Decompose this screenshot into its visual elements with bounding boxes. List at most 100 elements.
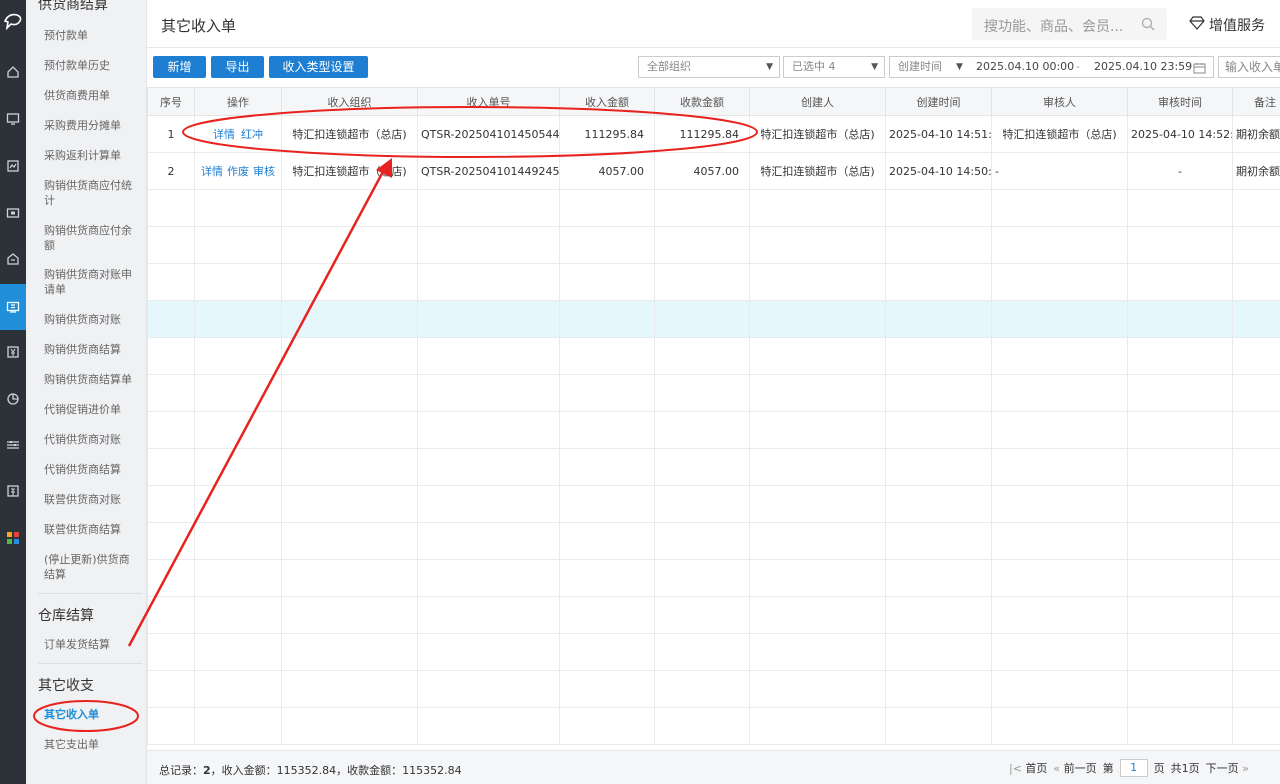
total-count: 2	[203, 764, 211, 777]
empty-row	[147, 633, 1280, 671]
sliders-icon[interactable]	[4, 436, 22, 454]
total-label: 总记录：	[159, 764, 203, 777]
empty-row	[147, 522, 1280, 560]
chart-icon[interactable]	[4, 157, 22, 175]
monitor-icon[interactable]	[4, 110, 22, 128]
column-header-income-amount[interactable]: 收入金额	[559, 87, 655, 116]
cell-audited-time: -	[1127, 152, 1233, 190]
logo-icon[interactable]	[0, 6, 26, 36]
table-row[interactable]: 2 详情 作废 审核 特汇扣连锁超市（总店) QTSR-20250410144924…	[147, 152, 1280, 190]
submenu-item-payable-stats[interactable]: 购销供货商应付统计	[44, 178, 140, 208]
column-header-index[interactable]: 序号	[147, 87, 195, 116]
date-range-picker[interactable]: 创建时间 ▼ 2025.04.10 00:00 - 2025.04.10 23:…	[889, 56, 1214, 78]
cell-index: 1	[147, 115, 195, 153]
global-search-input[interactable]: 搜功能、商品、会员...	[972, 8, 1167, 40]
amount-label: ，收入金额：	[210, 764, 277, 777]
submenu-divider	[38, 663, 142, 664]
page-label: 第	[1102, 762, 1114, 775]
date-from-input[interactable]: 2025.04.10 00:00	[976, 57, 1074, 77]
date-to-input[interactable]: 2025.04.10 23:59	[1094, 57, 1192, 77]
value-added-service-button[interactable]: 增值服务	[1189, 15, 1265, 35]
column-header-creator[interactable]: 创建人	[749, 87, 886, 116]
pie-icon[interactable]	[4, 390, 22, 408]
cell-created-time: 2025-04-10 14:50:06	[885, 152, 992, 190]
page-unit: 页	[1153, 762, 1165, 775]
top-bar: 其它收入单 搜功能、商品、会员... 增值服务	[147, 0, 1280, 48]
cell-received-amount: 111295.84	[654, 115, 750, 153]
pagination: |< 首页 « 前一页 第 1 页 共1页 下一页 »	[1009, 759, 1249, 777]
column-header-actions[interactable]: 操作	[194, 87, 282, 116]
table-header-row: 序号 操作 收入组织 收入单号 收入金额 收款金额 创建人 创建时间 审核人 审…	[147, 87, 1280, 116]
submenu-group-supplier-settlement: 供货商结算	[38, 0, 108, 13]
org-select[interactable]: 全部组织 ▼	[638, 56, 780, 78]
submenu-item-consign-reconcile[interactable]: 代销供货商对账	[44, 432, 140, 447]
detail-link[interactable]: 详情	[201, 165, 223, 178]
submenu-item-other-expense[interactable]: 其它支出单	[44, 737, 140, 752]
submenu-item-other-income[interactable]: 其它收入单	[44, 707, 140, 722]
submenu-item-legacy-settlement[interactable]: (停止更新)供货商结算	[44, 552, 140, 582]
submenu-item-order-shipping-settlement[interactable]: 订单发货结算	[44, 637, 140, 652]
empty-row	[147, 189, 1280, 227]
value-added-service-label: 增值服务	[1209, 18, 1265, 34]
column-header-org[interactable]: 收入组织	[281, 87, 418, 116]
export-button[interactable]: 导出	[211, 56, 264, 78]
org-select-value: 全部组织	[647, 60, 691, 73]
submenu-item-joint-reconcile[interactable]: 联营供货商对账	[44, 492, 140, 507]
submenu-item-consign-promo-price[interactable]: 代销促销进价单	[44, 402, 140, 417]
home-icon[interactable]	[4, 63, 22, 81]
submenu-item-settlement[interactable]: 购销供货商结算	[44, 342, 140, 357]
selected-count-select[interactable]: 已选中 4 ▼	[783, 56, 885, 78]
time-type-select[interactable]: 创建时间	[898, 57, 942, 77]
column-header-received-amount[interactable]: 收款金额	[654, 87, 750, 116]
column-header-remark[interactable]: 备注	[1232, 87, 1280, 116]
submenu-item-purchase-fee-allocation[interactable]: 采购费用分摊单	[44, 118, 140, 133]
income-type-settings-button[interactable]: 收入类型设置	[269, 56, 368, 78]
yen-icon[interactable]	[4, 343, 22, 361]
cell-received-amount: 4057.00	[654, 152, 750, 190]
store-icon[interactable]	[4, 250, 22, 268]
page-number-input[interactable]: 1	[1119, 759, 1148, 777]
search-icon[interactable]	[1141, 17, 1155, 34]
submenu-item-joint-settlement[interactable]: 联营供货商结算	[44, 522, 140, 537]
submenu-item-settlement-bill[interactable]: 购销供货商结算单	[44, 372, 140, 387]
first-page-button[interactable]: |< 首页	[1009, 760, 1047, 776]
amount-value: 115352.84	[276, 764, 337, 777]
cell-doc-no: QTSR-20250410144924520	[417, 152, 560, 190]
apps-icon[interactable]	[4, 529, 22, 547]
first-page-icon: |<	[1009, 762, 1026, 775]
column-header-doc-no[interactable]: 收入单号	[417, 87, 560, 116]
submenu-item-consign-settlement[interactable]: 代销供货商结算	[44, 462, 140, 477]
wallet-icon[interactable]	[4, 204, 22, 222]
empty-row	[147, 670, 1280, 708]
settlement-icon[interactable]	[0, 284, 26, 330]
audit-link[interactable]: 审核	[253, 165, 275, 178]
submenu-item-prepayment-history[interactable]: 预付款单历史	[44, 58, 140, 73]
next-page-button[interactable]: 下一页 »	[1206, 760, 1249, 776]
void-link[interactable]: 作废	[227, 165, 249, 178]
submenu-item-supplier-fee[interactable]: 供货商费用单	[44, 88, 140, 103]
column-header-auditor[interactable]: 审核人	[991, 87, 1128, 116]
table-row[interactable]: 1 详情 红冲 特汇扣连锁超市（总店) QTSR-2025041014505445…	[147, 115, 1280, 153]
submenu-item-reconcile[interactable]: 购销供货商对账	[44, 312, 140, 327]
submenu-item-payable-balance[interactable]: 购销供货商应付余额	[44, 223, 140, 253]
date-separator: -	[1076, 60, 1080, 73]
column-header-created-time[interactable]: 创建时间	[885, 87, 992, 116]
cell-remark: 期初余额	[1232, 115, 1280, 153]
calendar-icon[interactable]	[1193, 61, 1206, 81]
building-icon[interactable]	[4, 482, 22, 500]
cell-actions: 详情 红冲	[194, 115, 282, 153]
total-pages: 共1页	[1170, 762, 1200, 775]
income-table: 序号 操作 收入组织 收入单号 收入金额 收款金额 创建人 创建时间 审核人 审…	[147, 87, 1280, 747]
prev-page-button[interactable]: « 前一页	[1053, 760, 1096, 776]
submenu-item-reconcile-request[interactable]: 购销供货商对账申请单	[44, 267, 140, 297]
cell-index: 2	[147, 152, 195, 190]
submenu-item-purchase-rebate[interactable]: 采购返利计算单	[44, 148, 140, 163]
detail-link[interactable]: 详情	[213, 128, 235, 141]
new-button[interactable]: 新增	[153, 56, 206, 78]
submenu-item-prepayment[interactable]: 预付款单	[44, 28, 140, 43]
red-reverse-link[interactable]: 红冲	[241, 128, 263, 141]
chevron-down-icon: ▼	[956, 62, 963, 72]
column-header-audited-time[interactable]: 审核时间	[1127, 87, 1233, 116]
diamond-icon	[1189, 16, 1209, 34]
document-search-input[interactable]: 输入收入单	[1218, 56, 1280, 78]
